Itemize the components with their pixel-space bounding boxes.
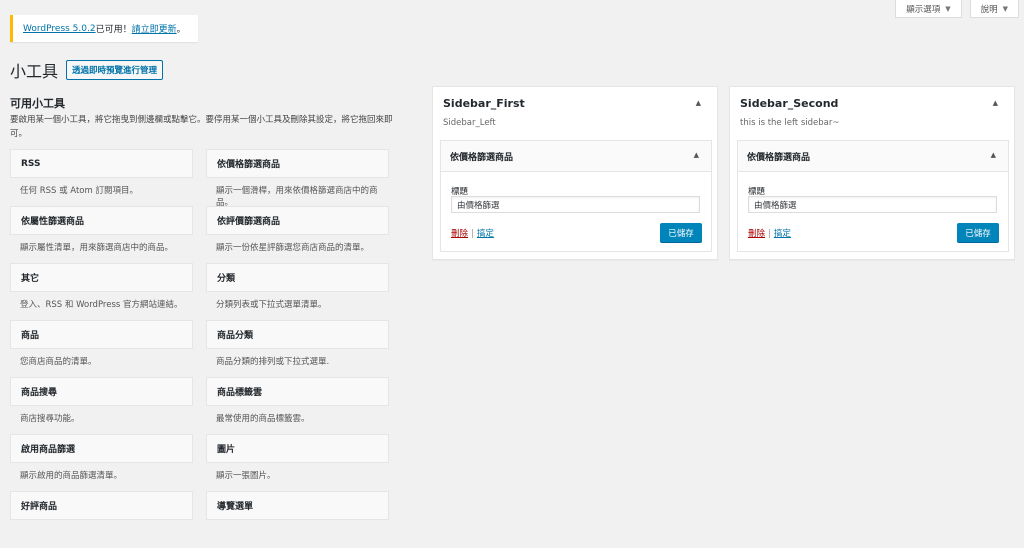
sidebar-description: this is the left sidebar~ — [740, 118, 840, 128]
widget-item: 啟用商品篩選 顯示啟用的商品篩選清單。 — [10, 434, 193, 491]
widget-description — [10, 520, 193, 527]
widget-item: 商品搜尋 商店搜尋功能。 — [10, 377, 193, 434]
update-notice: WordPress 5.0.2 已可用！ 請立即更新 。 — [10, 15, 198, 42]
sidebar-widget-title: 依價格篩選商品 — [747, 152, 811, 163]
widget-item: 依價格篩選商品 顯示一個滑桿，用來依價格篩選商店中的商品。 — [206, 149, 389, 208]
done-link[interactable]: 搞定 — [774, 229, 791, 239]
widget-title[interactable]: 商品分類 — [206, 320, 389, 349]
sidebar-first-panel: Sidebar_First ▲ Sidebar_Left 依價格篩選商品 ▲ 標… — [432, 86, 718, 260]
sidebar-second-panel: Sidebar_Second ▲ this is the left sideba… — [729, 86, 1015, 260]
widget-item: 商品分類 商品分類的排列或下拉式選單. — [206, 320, 389, 377]
widget-title[interactable]: 啟用商品篩選 — [10, 434, 193, 463]
widget-item: 好評商品 — [10, 491, 193, 548]
widget-title[interactable]: 依屬性篩選商品 — [10, 206, 193, 235]
caret-down-icon: ▼ — [945, 4, 951, 13]
sidebar-widget: 依價格篩選商品 ▲ 標題 刪除|搞定 已儲存 — [737, 140, 1009, 252]
widget-item: 依評價篩選商品 顯示一份依星評篩選您商店商品的清單。 — [206, 206, 389, 263]
update-now-link[interactable]: 請立即更新 — [132, 22, 177, 35]
sidebar-widget-title: 依價格篩選商品 — [450, 152, 514, 163]
widget-item: 依屬性篩選商品 顯示屬性清單，用來篩選商店中的商品。 — [10, 206, 193, 263]
widget-item: 分類 分類列表或下拉式選單清單。 — [206, 263, 389, 320]
help-button[interactable]: 說明 ▼ — [969, 0, 1019, 18]
widget-title[interactable]: 導覽選單 — [206, 491, 389, 520]
page-title: 小工具 — [10, 62, 59, 81]
sidebar-widget: 依價格篩選商品 ▲ 標題 刪除|搞定 已儲存 — [440, 140, 712, 252]
available-widgets-description: 要啟用某一個小工具，將它拖曳到側邊欄或點擊它。要停用某一個小工具及刪除其設定，將… — [10, 115, 393, 139]
wordpress-version-link[interactable]: WordPress 5.0.2 — [23, 24, 96, 34]
widget-description: 商品分類的排列或下拉式選單. — [216, 357, 330, 367]
separator: | — [471, 229, 474, 239]
widget-title[interactable]: 依評價篩選商品 — [206, 206, 389, 235]
widget-item: 其它 登入、RSS 和 WordPress 官方網站連結。 — [10, 263, 193, 320]
help-label: 說明 — [980, 4, 998, 15]
delete-link[interactable]: 刪除 — [748, 229, 765, 239]
widget-description: 顯示一個滑桿，用來依價格篩選商店中的商品。 — [216, 186, 378, 208]
widget-description: 顯示一張圖片。 — [216, 471, 276, 481]
screen-options-button[interactable]: 顯示選項 ▼ — [895, 0, 962, 18]
widget-title[interactable]: 分類 — [206, 263, 389, 292]
save-button[interactable]: 已儲存 — [957, 223, 999, 242]
sidebar-description: Sidebar_Left — [443, 118, 496, 128]
widget-description: 最常使用的商品標籤雲。 — [216, 414, 310, 424]
sidebar-widget-header[interactable]: 依價格篩選商品 ▲ — [441, 141, 711, 172]
save-button[interactable]: 已儲存 — [660, 223, 702, 242]
widget-title[interactable]: 其它 — [10, 263, 193, 292]
notice-end: 。 — [176, 25, 186, 35]
widget-control-links: 刪除 | 搞定 — [748, 227, 791, 239]
widget-item: 商品標籤雲 最常使用的商品標籤雲。 — [206, 377, 389, 434]
done-link[interactable]: 搞定 — [477, 229, 494, 239]
widget-title[interactable]: 圖片 — [206, 434, 389, 463]
widget-item: 導覽選單 — [206, 491, 389, 548]
widget-title[interactable]: 好評商品 — [10, 491, 193, 520]
widget-title[interactable]: 商品 — [10, 320, 193, 349]
widget-title[interactable]: 商品標籤雲 — [206, 377, 389, 406]
sidebar-widget-header[interactable]: 依價格篩選商品 ▲ — [738, 141, 1008, 172]
screen-meta: 顯示選項 ▼ 說明 ▼ — [895, 0, 1024, 18]
screen-options-label: 顯示選項 — [906, 4, 941, 15]
widget-title[interactable]: 依價格篩選商品 — [206, 149, 389, 178]
widget-item: RSS 任何 RSS 或 Atom 訂閱項目。 — [10, 149, 193, 206]
widget-description: 您商店商品的清單。 — [20, 357, 97, 367]
collapse-arrow-icon[interactable]: ▲ — [696, 99, 701, 107]
widget-description: 任何 RSS 或 Atom 訂閱項目。 — [20, 186, 138, 196]
widget-description: 顯示屬性清單，用來篩選商店中的商品。 — [20, 243, 174, 253]
caret-down-icon: ▼ — [1002, 4, 1008, 13]
collapse-arrow-icon[interactable]: ▲ — [993, 99, 998, 107]
widget-description: 登入、RSS 和 WordPress 官方網站連結。 — [20, 300, 183, 310]
notice-text: 已可用！ — [95, 25, 132, 35]
widget-description — [206, 520, 389, 527]
title-field[interactable] — [451, 196, 700, 213]
title-field[interactable] — [748, 196, 997, 213]
widget-item: 圖片 顯示一張圖片。 — [206, 434, 389, 491]
widget-description: 商店搜尋功能。 — [20, 414, 80, 424]
widget-description: 顯示啟用的商品篩選清單。 — [20, 471, 123, 481]
sidebar-title[interactable]: Sidebar_Second — [740, 97, 838, 110]
widget-description: 顯示一份依星評篩選您商店商品的清單。 — [216, 243, 370, 253]
available-widgets-title: 可用小工具 — [10, 97, 65, 110]
widget-control-links: 刪除 | 搞定 — [451, 227, 494, 239]
collapse-arrow-icon[interactable]: ▲ — [991, 151, 996, 159]
available-widgets-list: RSS 任何 RSS 或 Atom 訂閱項目。 依價格篩選商品 顯示一個滑桿，用… — [10, 149, 394, 548]
separator: | — [768, 229, 771, 239]
widget-item: 商品 您商店商品的清單。 — [10, 320, 193, 377]
manage-with-live-preview-button[interactable]: 透過即時預覽進行管理 — [66, 60, 164, 80]
widget-title[interactable]: RSS — [10, 149, 193, 178]
sidebar-title[interactable]: Sidebar_First — [443, 97, 525, 110]
widget-description: 分類列表或下拉式選單清單。 — [216, 300, 327, 310]
page-header: 小工具 透過即時預覽進行管理 — [10, 58, 164, 82]
widget-title[interactable]: 商品搜尋 — [10, 377, 193, 406]
collapse-arrow-icon[interactable]: ▲ — [694, 151, 699, 159]
delete-link[interactable]: 刪除 — [451, 229, 468, 239]
